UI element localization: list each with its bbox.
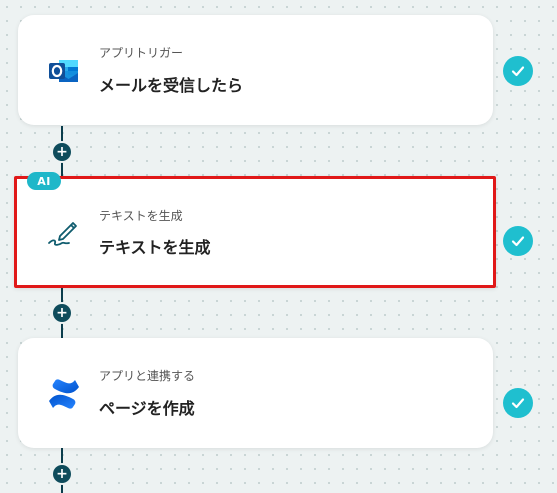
add-step-button[interactable]: + bbox=[53, 143, 71, 161]
step-card-ai[interactable]: AI テキストを生成 テキストを生成 bbox=[14, 172, 496, 288]
step-card-trigger[interactable]: アプリトリガー メールを受信したら bbox=[18, 15, 493, 125]
check-icon bbox=[503, 56, 533, 86]
step-type-label: アプリと連携する bbox=[99, 369, 196, 383]
step-title: テキストを生成 bbox=[99, 238, 211, 257]
flow-canvas: + + + アプリトリガー メールを受信したら AI テキストを生成 テキストを… bbox=[0, 0, 557, 493]
step-title: ページを作成 bbox=[99, 399, 195, 418]
add-step-button[interactable]: + bbox=[53, 465, 71, 483]
add-step-button[interactable]: + bbox=[53, 304, 71, 322]
confluence-icon bbox=[46, 376, 82, 412]
step-type-label: テキストを生成 bbox=[99, 209, 183, 223]
check-icon bbox=[503, 226, 533, 256]
check-icon bbox=[503, 388, 533, 418]
outlook-icon bbox=[46, 53, 82, 89]
ai-badge: AI bbox=[27, 172, 61, 190]
step-title: メールを受信したら bbox=[99, 76, 244, 95]
ai-pen-icon bbox=[46, 214, 82, 250]
step-type-label: アプリトリガー bbox=[99, 46, 184, 60]
step-card-action[interactable]: アプリと連携する ページを作成 bbox=[18, 338, 493, 448]
